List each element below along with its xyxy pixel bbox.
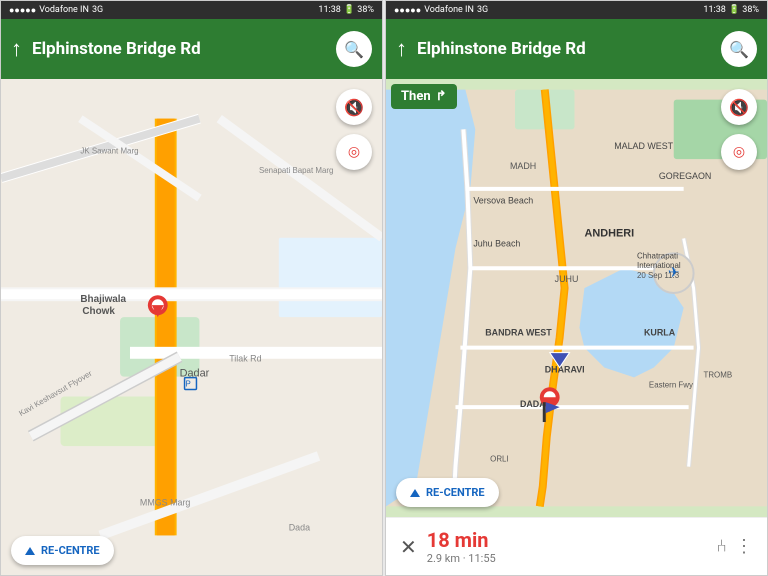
svg-text:ORLI: ORLI <box>490 455 509 464</box>
network: 3G <box>92 5 103 15</box>
compass-icon-right: ◎ <box>733 144 745 160</box>
svg-text:KURLA: KURLA <box>644 328 676 338</box>
map-svg-right: ✈ Versova Beach Juhu Beach ANDHERI JUHU … <box>386 79 767 517</box>
svg-text:MALAD WEST: MALAD WEST <box>614 141 673 151</box>
compass-icon-left: ◎ <box>348 144 360 160</box>
fork-icon[interactable]: ⑃ <box>716 536 727 557</box>
signal-dots: ●●●●● <box>9 5 36 16</box>
more-icon[interactable]: ⋮ <box>735 536 753 557</box>
svg-text:Bhajiwala: Bhajiwala <box>80 294 126 305</box>
svg-text:P: P <box>186 380 191 389</box>
status-bar-right: ●●●●● Vodafone IN 3G 11:38 🔋 38% <box>386 1 767 19</box>
mute-button-left[interactable]: 🔇 <box>336 89 372 125</box>
status-left-right: ●●●●● Vodafone IN 3G <box>394 5 488 16</box>
then-banner: Then ↱ <box>391 84 457 109</box>
network-right: 3G <box>477 5 488 15</box>
svg-text:Senapati Bapat Marg: Senapati Bapat Marg <box>259 166 333 175</box>
battery-right: 🔋 38% <box>729 5 759 15</box>
svg-text:Chhatrapati: Chhatrapati <box>637 251 678 260</box>
svg-text:BANDRA WEST: BANDRA WEST <box>485 328 552 338</box>
direction-arrow-right: ↑ <box>396 36 407 62</box>
search-button-left[interactable]: 🔍 <box>336 31 372 67</box>
recentre-triangle-left <box>25 547 35 555</box>
svg-text:MADH: MADH <box>510 161 536 171</box>
phone-right: ●●●●● Vodafone IN 3G 11:38 🔋 38% ↑ Elphi… <box>385 0 768 576</box>
map-svg-left: Bhajiwala Chowk Dadar P Tilak Rd Kavi Ke… <box>1 79 382 575</box>
status-right-right: 11:38 🔋 38% <box>703 5 759 15</box>
status-left: ●●●●● Vodafone IN 3G <box>9 5 103 16</box>
svg-text:JUHU: JUHU <box>555 274 579 284</box>
carrier: Vodafone IN <box>39 5 89 15</box>
battery: 🔋 38% <box>344 5 374 15</box>
svg-text:Versova Beach: Versova Beach <box>473 196 533 206</box>
recentre-label-left: RE-CENTRE <box>41 544 100 557</box>
svg-text:GOREGAON: GOREGAON <box>659 171 711 181</box>
svg-text:MMGS Marg: MMGS Marg <box>140 498 191 508</box>
time-right: 11:38 <box>703 5 725 15</box>
status-right: 11:38 🔋 38% <box>318 5 374 15</box>
route-actions: ⑃ ⋮ <box>716 536 753 557</box>
close-button[interactable]: ✕ <box>400 535 417 559</box>
svg-text:International: International <box>637 261 681 270</box>
svg-text:Tilak Rd: Tilak Rd <box>229 354 261 364</box>
recentre-button-right[interactable]: RE-CENTRE <box>396 478 499 507</box>
recentre-triangle-right <box>410 489 420 497</box>
then-text: Then <box>401 89 431 104</box>
svg-text:Eastern Fwy: Eastern Fwy <box>649 380 693 389</box>
svg-text:DHARAVI: DHARAVI <box>545 364 585 374</box>
svg-text:20 Sep 11:3: 20 Sep 11:3 <box>637 271 680 280</box>
nav-header-left: ↑ Elphinstone Bridge Rd 🔍 <box>1 19 382 79</box>
then-icon: ↱ <box>436 89 447 104</box>
svg-text:Chowk: Chowk <box>82 306 115 317</box>
map-left[interactable]: Bhajiwala Chowk Dadar P Tilak Rd Kavi Ke… <box>1 79 382 575</box>
nav-header-right: ↑ Elphinstone Bridge Rd 🔍 <box>386 19 767 79</box>
map-right[interactable]: ✈ Versova Beach Juhu Beach ANDHERI JUHU … <box>386 79 767 517</box>
mute-icon-right: 🔇 <box>729 98 749 117</box>
nav-title-right: Elphinstone Bridge Rd <box>417 39 721 59</box>
route-time: 18 min <box>427 528 716 552</box>
svg-text:Dada: Dada <box>289 522 310 532</box>
route-details: 2.9 km · 11:55 <box>427 552 716 565</box>
recentre-label-right: RE-CENTRE <box>426 486 485 499</box>
search-icon-left: 🔍 <box>344 40 364 59</box>
mute-button-right[interactable]: 🔇 <box>721 89 757 125</box>
svg-text:ANDHERI: ANDHERI <box>584 227 634 239</box>
nav-title-left: Elphinstone Bridge Rd <box>32 39 336 59</box>
app-container: ●●●●● Vodafone IN 3G 11:38 🔋 38% ↑ Elphi… <box>0 0 768 576</box>
direction-arrow-left: ↑ <box>11 36 22 62</box>
time: 11:38 <box>318 5 340 15</box>
route-info: 18 min 2.9 km · 11:55 <box>427 528 716 565</box>
signal-dots-right: ●●●●● <box>394 5 421 16</box>
svg-text:JK Sawant Marg: JK Sawant Marg <box>80 146 138 155</box>
bottom-bar: ✕ 18 min 2.9 km · 11:55 ⑃ ⋮ <box>386 517 767 575</box>
recentre-button-left[interactable]: RE-CENTRE <box>11 536 114 565</box>
search-button-right[interactable]: 🔍 <box>721 31 757 67</box>
mute-icon-left: 🔇 <box>344 98 364 117</box>
svg-text:TROMB: TROMB <box>704 370 733 379</box>
status-bar-left: ●●●●● Vodafone IN 3G 11:38 🔋 38% <box>1 1 382 19</box>
location-button-left[interactable]: ◎ <box>336 134 372 170</box>
location-button-right[interactable]: ◎ <box>721 134 757 170</box>
carrier-right: Vodafone IN <box>424 5 474 15</box>
svg-text:Juhu Beach: Juhu Beach <box>473 238 520 248</box>
search-icon-right: 🔍 <box>729 40 749 59</box>
phone-left: ●●●●● Vodafone IN 3G 11:38 🔋 38% ↑ Elphi… <box>0 0 383 576</box>
